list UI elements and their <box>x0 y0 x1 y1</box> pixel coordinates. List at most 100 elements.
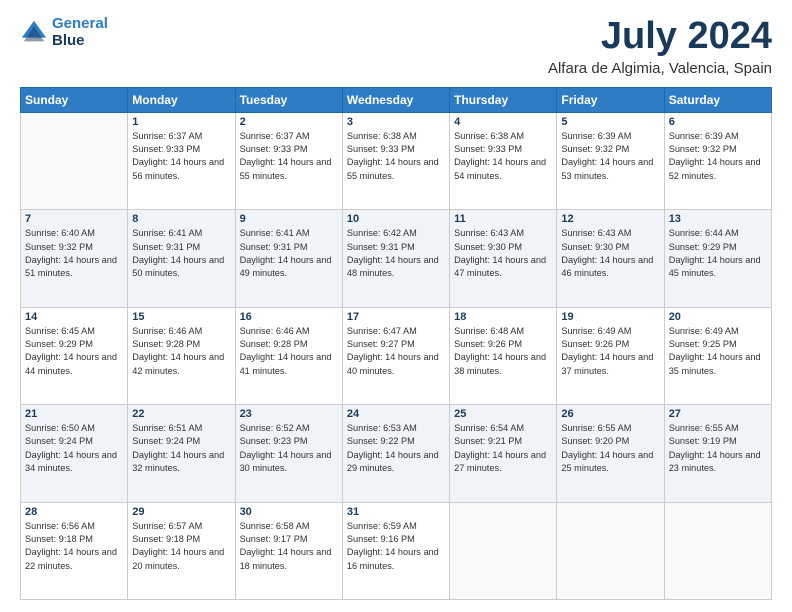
weekday-header: Tuesday <box>235 87 342 112</box>
day-info: Sunrise: 6:46 AMSunset: 9:28 PMDaylight:… <box>132 325 230 378</box>
calendar-day-cell: 2Sunrise: 6:37 AMSunset: 9:33 PMDaylight… <box>235 112 342 209</box>
calendar-week-row: 7 Sunrise: 6:40 AMSunset: 9:32 PMDaylight… <box>21 210 772 307</box>
day-number: 21 <box>25 408 123 420</box>
calendar-day-cell: 8Sunrise: 6:41 AMSunset: 9:31 PMDaylight… <box>128 210 235 307</box>
calendar-day-cell: 25 Sunrise: 6:54 AMSunset: 9:21 PMDayligh… <box>450 405 557 502</box>
day-number: 16 <box>240 311 338 323</box>
day-number: 5 <box>561 116 659 128</box>
day-info: Sunrise: 6:37 AMSunset: 9:33 PMDaylight:… <box>132 130 230 183</box>
day-number: 27 <box>669 408 767 420</box>
day-number: 11 <box>454 213 552 225</box>
calendar-week-row: 21 Sunrise: 6:50 AMSunset: 9:24 PMDayligh… <box>21 405 772 502</box>
day-number: 8 <box>132 213 230 225</box>
calendar-day-cell: 12 Sunrise: 6:43 AMSunset: 9:30 PMDayligh… <box>557 210 664 307</box>
page: General Blue July 2024 Alfara de Algimia… <box>0 0 792 612</box>
calendar-day-cell <box>664 502 771 599</box>
calendar-day-cell: 29 Sunrise: 6:57 AMSunset: 9:18 PMDayligh… <box>128 502 235 599</box>
day-number: 12 <box>561 213 659 225</box>
day-number: 19 <box>561 311 659 323</box>
day-number: 28 <box>25 506 123 518</box>
day-number: 10 <box>347 213 445 225</box>
calendar-day-cell: 14 Sunrise: 6:45 AMSunset: 9:29 PMDayligh… <box>21 307 128 404</box>
day-number: 13 <box>669 213 767 225</box>
day-number: 29 <box>132 506 230 518</box>
calendar-day-cell: 19 Sunrise: 6:49 AMSunset: 9:26 PMDayligh… <box>557 307 664 404</box>
weekday-header: Sunday <box>21 87 128 112</box>
weekday-header: Saturday <box>664 87 771 112</box>
day-number: 31 <box>347 506 445 518</box>
main-title: July 2024 <box>548 16 772 58</box>
day-info: Sunrise: 6:45 AMSunset: 9:29 PMDaylight:… <box>25 325 123 378</box>
day-info: Sunrise: 6:51 AMSunset: 9:24 PMDaylight:… <box>132 422 230 475</box>
calendar-day-cell: 22 Sunrise: 6:51 AMSunset: 9:24 PMDayligh… <box>128 405 235 502</box>
calendar-day-cell: 15 Sunrise: 6:46 AMSunset: 9:28 PMDayligh… <box>128 307 235 404</box>
calendar-day-cell: 7 Sunrise: 6:40 AMSunset: 9:32 PMDaylight… <box>21 210 128 307</box>
calendar-day-cell <box>557 502 664 599</box>
calendar-day-cell: 16Sunrise: 6:46 AMSunset: 9:28 PMDayligh… <box>235 307 342 404</box>
day-info: Sunrise: 6:54 AMSunset: 9:21 PMDaylight:… <box>454 422 552 475</box>
subtitle: Alfara de Algimia, Valencia, Spain <box>548 60 772 77</box>
weekday-header: Friday <box>557 87 664 112</box>
day-number: 15 <box>132 311 230 323</box>
calendar-day-cell: 21 Sunrise: 6:50 AMSunset: 9:24 PMDayligh… <box>21 405 128 502</box>
day-info: Sunrise: 6:38 AMSunset: 9:33 PMDaylight:… <box>347 130 445 183</box>
day-number: 25 <box>454 408 552 420</box>
day-info: Sunrise: 6:47 AMSunset: 9:27 PMDaylight:… <box>347 325 445 378</box>
calendar-day-cell: 9 Sunrise: 6:41 AMSunset: 9:31 PMDaylight… <box>235 210 342 307</box>
day-number: 26 <box>561 408 659 420</box>
title-block: July 2024 Alfara de Algimia, Valencia, S… <box>548 16 772 77</box>
day-number: 4 <box>454 116 552 128</box>
calendar-day-cell: 31Sunrise: 6:59 AMSunset: 9:16 PMDayligh… <box>342 502 449 599</box>
weekday-header: Thursday <box>450 87 557 112</box>
calendar-day-cell: 30 Sunrise: 6:58 AMSunset: 9:17 PMDayligh… <box>235 502 342 599</box>
calendar-day-cell: 27 Sunrise: 6:55 AMSunset: 9:19 PMDayligh… <box>664 405 771 502</box>
logo-text: General Blue <box>52 16 108 49</box>
day-number: 22 <box>132 408 230 420</box>
day-number: 17 <box>347 311 445 323</box>
day-info: Sunrise: 6:58 AMSunset: 9:17 PMDaylight:… <box>240 520 338 573</box>
calendar-day-cell: 28Sunrise: 6:56 AMSunset: 9:18 PMDayligh… <box>21 502 128 599</box>
day-info: Sunrise: 6:49 AMSunset: 9:25 PMDaylight:… <box>669 325 767 378</box>
day-number: 18 <box>454 311 552 323</box>
calendar-day-cell: 10Sunrise: 6:42 AMSunset: 9:31 PMDayligh… <box>342 210 449 307</box>
calendar-week-row: 14 Sunrise: 6:45 AMSunset: 9:29 PMDayligh… <box>21 307 772 404</box>
day-info: Sunrise: 6:39 AMSunset: 9:32 PMDaylight:… <box>561 130 659 183</box>
day-number: 30 <box>240 506 338 518</box>
day-number: 1 <box>132 116 230 128</box>
day-info: Sunrise: 6:38 AMSunset: 9:33 PMDaylight:… <box>454 130 552 183</box>
day-info: Sunrise: 6:39 AMSunset: 9:32 PMDaylight:… <box>669 130 767 183</box>
calendar-day-cell: 11Sunrise: 6:43 AMSunset: 9:30 PMDayligh… <box>450 210 557 307</box>
day-info: Sunrise: 6:40 AMSunset: 9:32 PMDaylight:… <box>25 227 123 280</box>
logo: General Blue <box>20 16 108 49</box>
calendar-table: SundayMondayTuesdayWednesdayThursdayFrid… <box>20 87 772 600</box>
day-info: Sunrise: 6:55 AMSunset: 9:19 PMDaylight:… <box>669 422 767 475</box>
day-number: 9 <box>240 213 338 225</box>
calendar-day-cell: 4 Sunrise: 6:38 AMSunset: 9:33 PMDaylight… <box>450 112 557 209</box>
calendar-day-cell: 6Sunrise: 6:39 AMSunset: 9:32 PMDaylight… <box>664 112 771 209</box>
weekday-header: Monday <box>128 87 235 112</box>
calendar-header-row: SundayMondayTuesdayWednesdayThursdayFrid… <box>21 87 772 112</box>
calendar-day-cell <box>450 502 557 599</box>
day-number: 14 <box>25 311 123 323</box>
calendar-day-cell: 20Sunrise: 6:49 AMSunset: 9:25 PMDayligh… <box>664 307 771 404</box>
day-info: Sunrise: 6:37 AMSunset: 9:33 PMDaylight:… <box>240 130 338 183</box>
day-info: Sunrise: 6:44 AMSunset: 9:29 PMDaylight:… <box>669 227 767 280</box>
header: General Blue July 2024 Alfara de Algimia… <box>20 16 772 77</box>
calendar-day-cell: 17 Sunrise: 6:47 AMSunset: 9:27 PMDayligh… <box>342 307 449 404</box>
day-info: Sunrise: 6:53 AMSunset: 9:22 PMDaylight:… <box>347 422 445 475</box>
day-info: Sunrise: 6:48 AMSunset: 9:26 PMDaylight:… <box>454 325 552 378</box>
weekday-header: Wednesday <box>342 87 449 112</box>
calendar-day-cell: 24Sunrise: 6:53 AMSunset: 9:22 PMDayligh… <box>342 405 449 502</box>
day-info: Sunrise: 6:49 AMSunset: 9:26 PMDaylight:… <box>561 325 659 378</box>
day-number: 3 <box>347 116 445 128</box>
calendar-day-cell: 5 Sunrise: 6:39 AMSunset: 9:32 PMDaylight… <box>557 112 664 209</box>
day-info: Sunrise: 6:57 AMSunset: 9:18 PMDaylight:… <box>132 520 230 573</box>
day-number: 7 <box>25 213 123 225</box>
day-info: Sunrise: 6:52 AMSunset: 9:23 PMDaylight:… <box>240 422 338 475</box>
day-info: Sunrise: 6:43 AMSunset: 9:30 PMDaylight:… <box>561 227 659 280</box>
day-info: Sunrise: 6:50 AMSunset: 9:24 PMDaylight:… <box>25 422 123 475</box>
calendar-day-cell: 26Sunrise: 6:55 AMSunset: 9:20 PMDayligh… <box>557 405 664 502</box>
calendar-week-row: 1 Sunrise: 6:37 AMSunset: 9:33 PMDaylight… <box>21 112 772 209</box>
day-info: Sunrise: 6:41 AMSunset: 9:31 PMDaylight:… <box>240 227 338 280</box>
calendar-day-cell: 13 Sunrise: 6:44 AMSunset: 9:29 PMDayligh… <box>664 210 771 307</box>
